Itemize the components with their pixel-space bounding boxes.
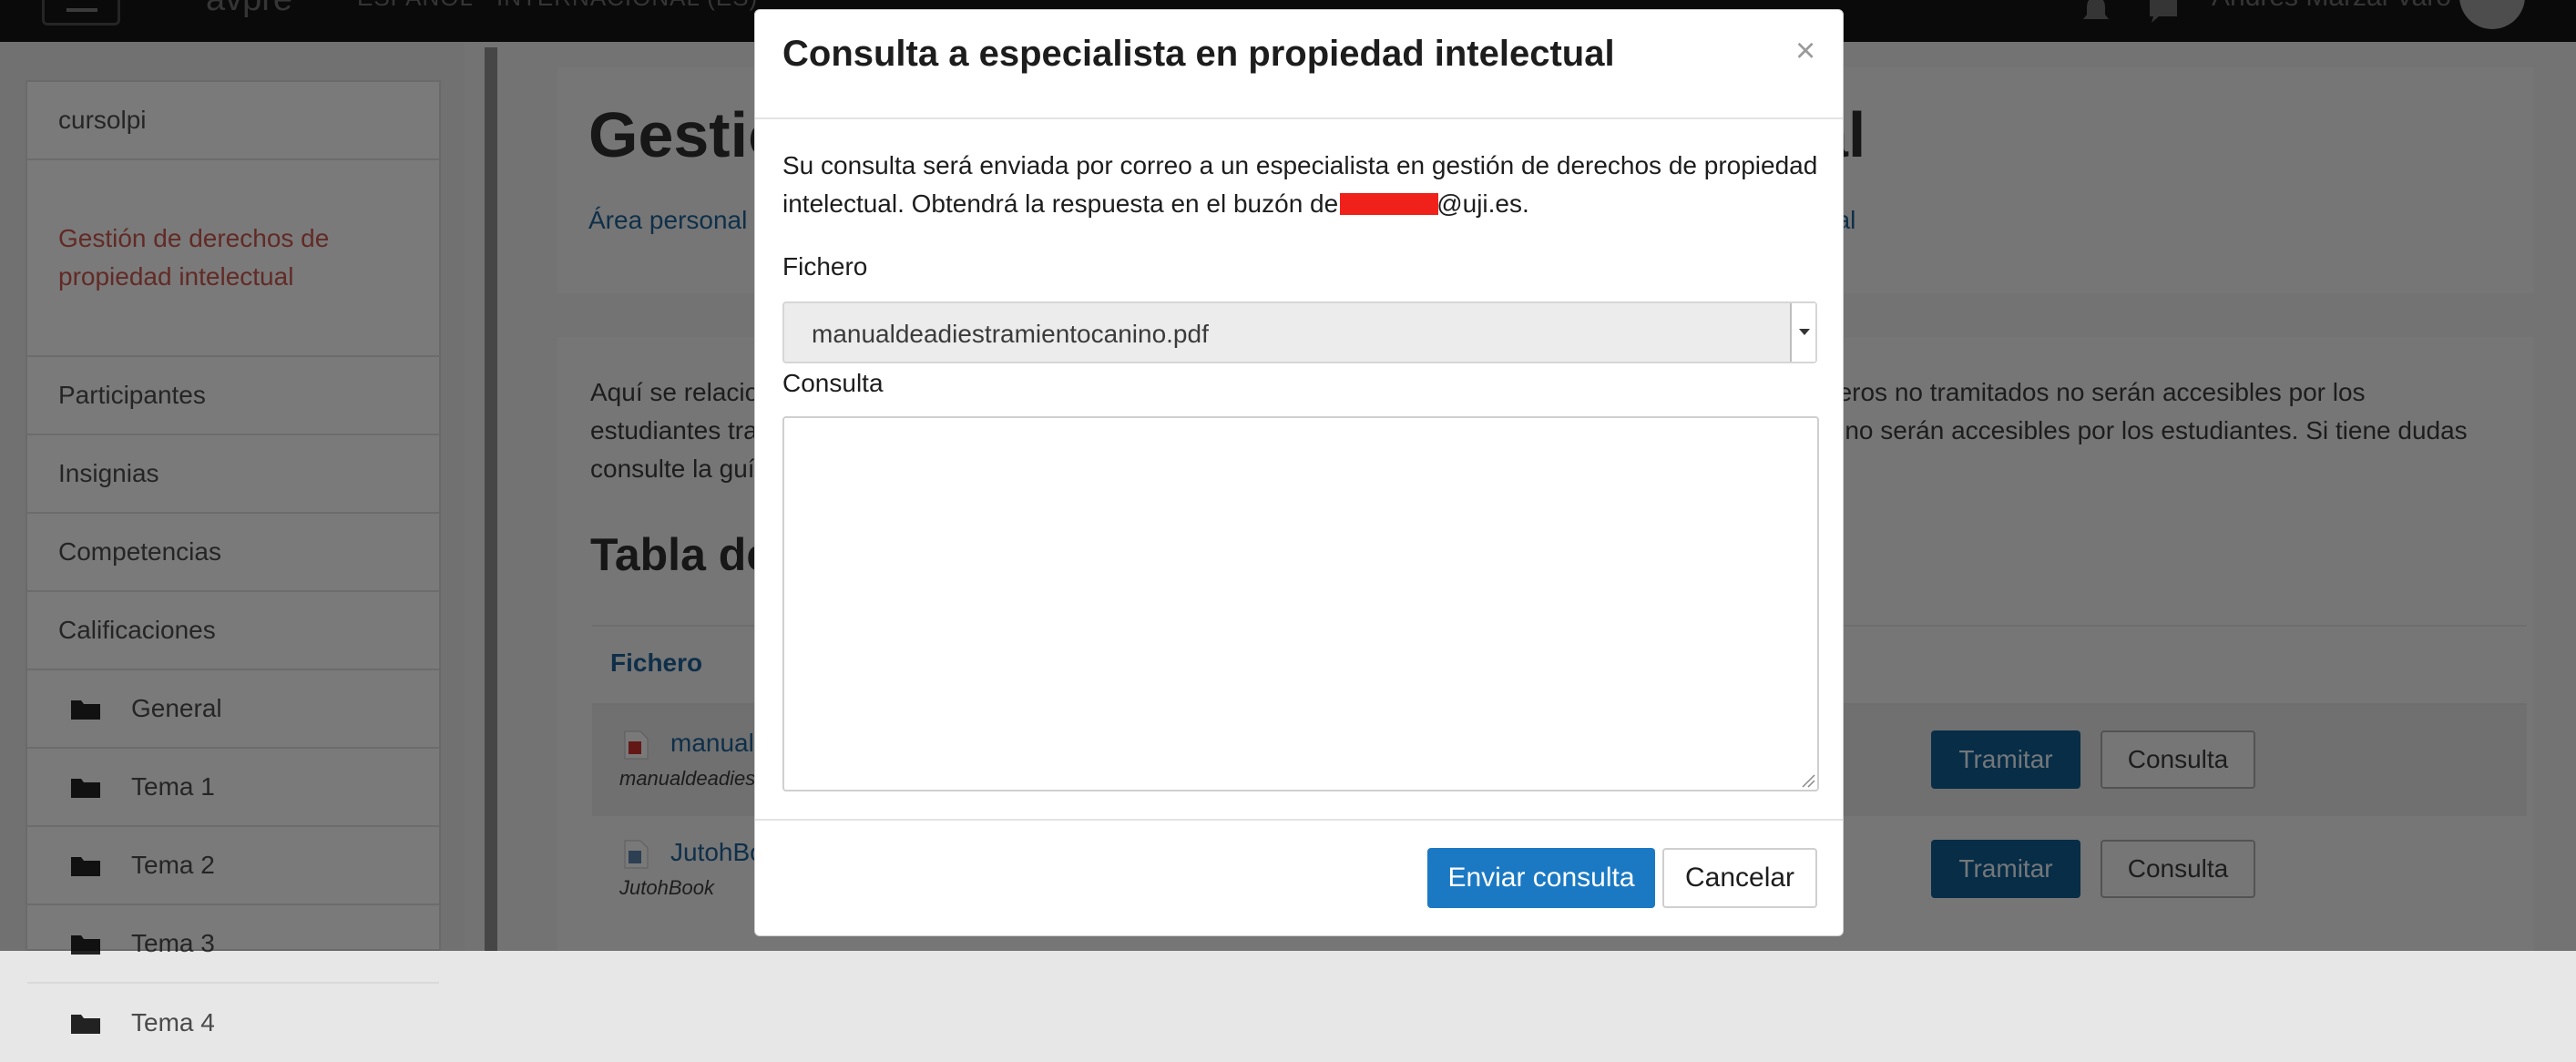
divider [755,819,1843,821]
query-label: Consulta [782,369,884,397]
select-dropdown-button[interactable] [1790,303,1815,362]
folder-icon [71,1015,100,1034]
message-text: intelectual. Obtendrá la respuesta en el… [782,189,1339,218]
consulta-dialog: Consulta a especialista en propiedad int… [754,9,1844,936]
sidebar-item-tema-4[interactable]: Tema 4 [27,984,439,1062]
file-select-value: manualdeadiestramientocanino.pdf [812,320,1209,348]
dialog-title: Consulta a especialista en propiedad int… [782,34,1615,74]
close-icon[interactable]: × [1795,32,1815,71]
dialog-message: Su consulta será enviada por correo a un… [782,147,1821,223]
message-line: Su consulta será enviada por correo a un… [782,151,1818,179]
send-query-button[interactable]: Enviar consulta [1427,848,1655,908]
resize-handle-icon[interactable] [1799,771,1815,788]
cancel-button[interactable]: Cancelar [1662,848,1817,908]
query-textarea[interactable] [782,416,1819,791]
file-label: Fichero [782,252,868,281]
caret-down-icon [1799,329,1810,335]
message-text: @uji.es. [1436,189,1529,218]
message-line: intelectual. Obtendrá la respuesta en el… [782,185,1821,223]
redaction-mark [1340,192,1439,215]
sidebar-item-label: Tema 4 [131,1008,215,1036]
file-select[interactable]: manualdeadiestramientocanino.pdf [782,301,1817,363]
divider [755,117,1843,119]
